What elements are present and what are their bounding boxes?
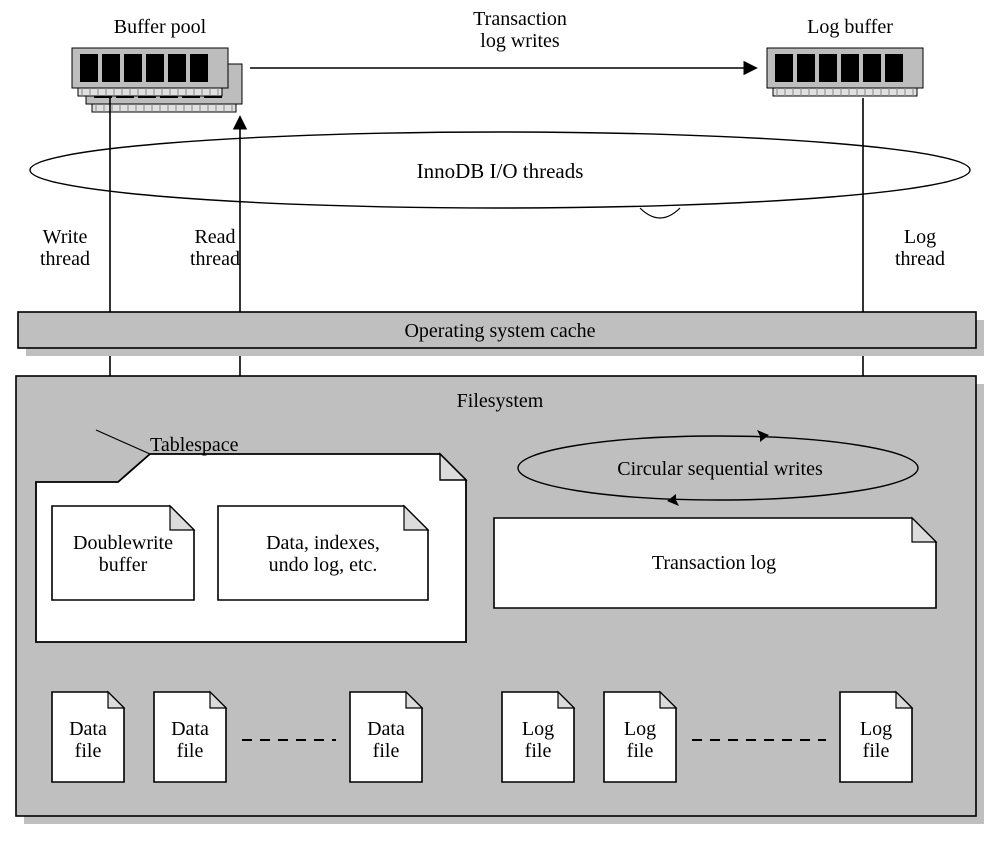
log-file-1-top: Log (502, 718, 574, 740)
read-thread-top: Read (180, 226, 250, 248)
txn-log-writes-top: Transaction (430, 8, 610, 30)
tablespace-label: Tablespace (150, 434, 280, 456)
data-file-1-top: Data (52, 718, 124, 740)
ellipse-curl (640, 208, 680, 218)
data-file-3-bottom: file (350, 740, 422, 762)
write-thread-bottom: thread (30, 248, 100, 270)
data-file-2-bottom: file (154, 740, 226, 762)
transaction-log-label: Transaction log (494, 552, 934, 574)
buffer-pool-chip (72, 48, 242, 112)
log-file-2-bottom: file (604, 740, 676, 762)
log-file-3-top: Log (840, 718, 912, 740)
data-file-3-top: Data (350, 718, 422, 740)
data-file-1-bottom: file (52, 740, 124, 762)
log-buffer-chip (767, 48, 923, 96)
oscache-label: Operating system cache (0, 320, 1000, 342)
data-indexes-bottom: undo log, etc. (218, 554, 428, 576)
doublewrite-bottom: buffer (52, 554, 194, 576)
read-thread-bottom: thread (180, 248, 250, 270)
log-file-1-bottom: file (502, 740, 574, 762)
diagram-stage: Buffer pool Transaction log writes Log b… (0, 0, 1000, 850)
log-thread-bottom: thread (880, 248, 960, 270)
buffer-pool-label: Buffer pool (90, 16, 230, 38)
fs-label: Filesystem (0, 390, 1000, 412)
log-buffer-label: Log buffer (770, 16, 930, 38)
io-threads-label: InnoDB I/O threads (360, 160, 640, 183)
doublewrite-top: Doublewrite (52, 532, 194, 554)
write-thread-top: Write (30, 226, 100, 248)
log-file-2-top: Log (604, 718, 676, 740)
txn-log-writes-bottom: log writes (430, 30, 610, 52)
data-indexes-top: Data, indexes, (218, 532, 428, 554)
data-file-2-top: Data (154, 718, 226, 740)
log-file-3-bottom: file (840, 740, 912, 762)
circular-writes-label: Circular sequential writes (560, 458, 880, 480)
log-thread-top: Log (880, 226, 960, 248)
